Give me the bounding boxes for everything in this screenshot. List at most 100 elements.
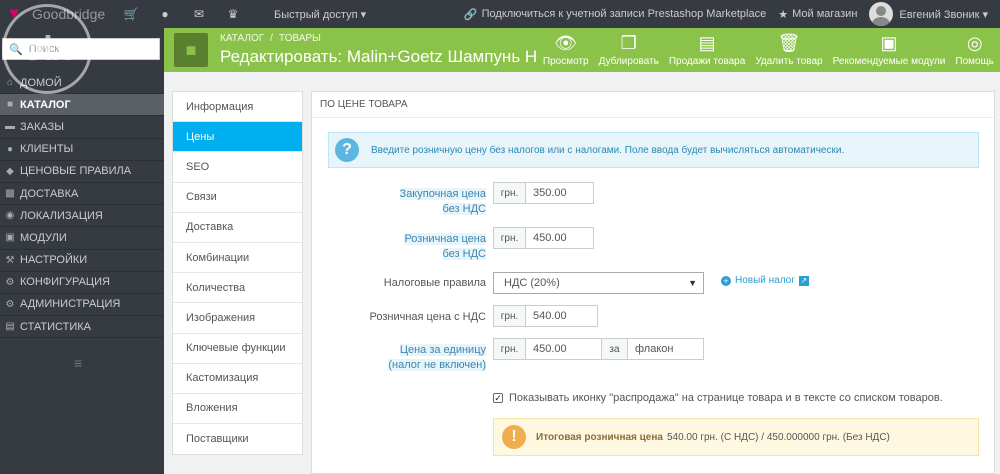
marketplace-link[interactable]: 🔗 Подключиться к учетной записи Prestash… [464,8,766,21]
sidebar-item-localization[interactable]: ◉ Локализация [0,205,164,228]
avatar[interactable] [869,2,894,26]
breadcrumb-products[interactable]: Товары [279,33,321,44]
puzzle-icon: ▣ [5,232,15,244]
info-alert: ? Введите розничную цену без налогов или… [328,132,979,168]
final-price-value: 540.00 грн. (С НДС) / 450.000000 грн. (Б… [666,431,890,443]
globe-icon: ◉ [5,210,15,222]
sidebar-item-label: Администрация [20,298,121,311]
wrench-icon: ⚒ [5,254,15,266]
user-menu[interactable]: Евгений Звоник ▾ [899,8,988,21]
unit-per-addon: за [601,338,628,360]
catalog-book-icon: ■ [174,33,208,67]
quick-access-dropdown[interactable]: Быстрый доступ ▾ [274,8,366,21]
tab-seo[interactable]: SEO [173,152,302,183]
trash-icon: 🗑 [777,33,801,53]
tab-combinations[interactable]: Комбинации [173,243,302,274]
retail-price-input[interactable]: 450.00 [525,227,594,249]
cart-icon[interactable]: 🛒 [114,7,148,21]
envelope-icon[interactable]: ✉ [182,7,216,21]
recommended-modules-button[interactable]: ▣ Рекомендуемые модули [833,32,946,67]
sidebar-item-administration[interactable]: ⚙ Администрация [0,294,164,317]
tab-images[interactable]: Изображения [173,303,302,334]
sidebar-item-price-rules[interactable]: ◆ Ценовые правила [0,161,164,183]
unit-price-input[interactable]: 450.00 [525,338,602,360]
on-sale-checkbox-row[interactable]: ✓ Показывать иконку "распродажа" на стра… [493,392,943,404]
sidebar-item-label: Настройки [20,254,88,267]
wholesale-price-input[interactable]: 350.00 [525,182,594,204]
preview-button[interactable]: 👁 Просмотр [543,32,589,67]
tab-associations[interactable]: Связи [173,183,302,213]
prestashop-logo-icon[interactable]: ♥ [0,0,28,28]
sidebar-item-orders[interactable]: ▬ Заказы [0,116,164,139]
search-icon: 🔍 [9,43,23,56]
action-label: Просмотр [542,56,589,67]
unity-input[interactable]: флакон [627,338,704,360]
new-tax-link[interactable]: + Новый налог ↗ [721,275,809,286]
bar-chart-icon: ▤ [698,33,716,53]
page-title: Редактировать: Malin+Goetz Шампунь Н [220,47,538,66]
cog-icon: ⚙ [5,298,15,310]
sidebar-item-label: Клиенты [20,143,74,156]
sidebar-search-input[interactable]: 🔍 Поиск [2,38,160,60]
sidebar-item-label: Заказы [20,120,64,133]
sidebar-item-modules[interactable]: ▣ Модули [0,227,164,250]
product-sales-button[interactable]: ▤ Продажи товара [669,32,745,67]
plus-circle-icon: + [721,275,731,286]
label-line: Розничная цена [404,233,486,245]
user-icon[interactable]: ● [148,7,182,21]
sidebar-item-stats[interactable]: ▤ Статистика [0,316,164,339]
retail-price-with-tax-input[interactable]: 540.00 [525,305,598,327]
sidebar-item-label: Конфигурация [20,276,110,289]
search-placeholder: Поиск [28,43,60,55]
sidebar-item-label: Каталог [20,98,71,111]
duplicate-button[interactable]: ❐ Дублировать [599,32,659,67]
star-icon: ★ [778,8,789,21]
trophy-icon[interactable]: ♛ [216,7,250,21]
tag-icon: ◆ [6,165,14,177]
tab-prices[interactable]: Цены [173,122,302,153]
action-label: Помощь [955,56,994,67]
my-shop-link[interactable]: ★ Мой магазин [778,8,857,21]
sidebar-item-label: Локализация [20,209,103,222]
tab-information[interactable]: Информация [173,92,302,123]
label-line: (налог не включен) [388,359,486,371]
eye-icon: 👁 [554,33,578,53]
my-shop-label: Мой магазин [792,8,858,20]
tab-quantities[interactable]: Количества [173,273,302,304]
collapse-menu-icon[interactable]: ≡ [74,355,82,371]
sidebar-item-preferences[interactable]: ⚒ Настройки [0,250,164,272]
link-icon: 🔗 [463,8,478,21]
panel-heading: По цене товара [312,92,994,118]
final-price-alert: ! Итоговая розничная цена 540.00 грн. (С… [493,418,979,456]
shop-name[interactable]: Goodbridge [32,6,114,22]
sidebar-item-configuration[interactable]: ⚙ Конфигурация [0,272,164,294]
tab-customization[interactable]: Кастомизация [173,364,302,394]
tax-rules-select[interactable]: НДС (20%) ▼ [493,272,704,294]
breadcrumb: Каталог / Товары [220,33,321,44]
truck-icon: ▩ [5,188,15,200]
product-tabs: Информация Цены SEO Связи Доставка Комби… [172,91,303,456]
breadcrumb-separator: / [270,33,273,44]
delete-product-button[interactable]: 🗑 Удалить товар [755,32,822,67]
sidebar-item-shipping[interactable]: ▩ Доставка [0,183,164,206]
sidebar-item-label: Домой [20,76,62,89]
sidebar-item-customers[interactable]: ● Клиенты [0,139,164,161]
currency-addon: грн. [493,338,526,360]
final-price-label: Итоговая розничная цена [536,431,663,443]
tax-rules-label: Налоговые правила [383,277,486,289]
tax-rules-value: НДС (20%) [504,277,560,289]
tab-features[interactable]: Ключевые функции [173,334,302,364]
help-button[interactable]: ◎ Помощь [955,32,994,67]
tab-shipping[interactable]: Доставка [173,213,302,243]
tab-attachments[interactable]: Вложения [173,394,302,425]
retail-price-label: Розничная цена без НДС [372,232,486,262]
on-sale-checkbox[interactable]: ✓ [493,393,503,403]
tab-suppliers[interactable]: Поставщики [173,424,302,454]
lifebuoy-icon: ◎ [966,33,983,53]
sidebar-item-catalog[interactable]: ■ Каталог [0,94,164,117]
breadcrumb-catalog[interactable]: Каталог [220,33,264,44]
question-icon: ? [335,138,359,162]
currency-addon: грн. [493,305,526,327]
label-line: Закупочная цена [399,188,486,200]
sidebar-item-home[interactable]: ⌂ Домой [0,72,164,95]
